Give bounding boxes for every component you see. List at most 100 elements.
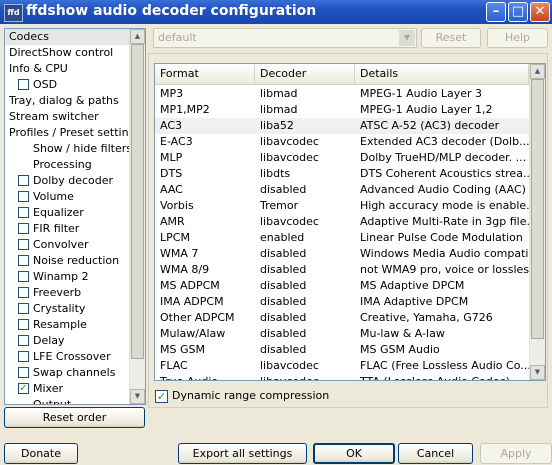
decoder-cell[interactable]: libmad bbox=[255, 102, 355, 118]
maximize-button[interactable]: □ bbox=[508, 2, 528, 22]
decoder-cell[interactable]: disabled bbox=[255, 246, 355, 262]
decoder-cell[interactable]: enabled bbox=[255, 230, 355, 246]
filter-checkbox[interactable] bbox=[18, 271, 29, 282]
codecs-table[interactable]: Format Decoder Details MP3 libmad MPEG-1 A… bbox=[154, 63, 546, 381]
decoder-cell[interactable]: liba52 bbox=[255, 118, 355, 134]
table-row[interactable]: WMA 7 disabled Windows Media Audio compati… bbox=[155, 246, 529, 262]
filter-checkbox[interactable] bbox=[18, 335, 29, 346]
tree-item[interactable]: Equalizer bbox=[5, 205, 145, 221]
scroll-down-icon[interactable]: ▼ bbox=[130, 389, 145, 404]
tree-item[interactable]: Processing bbox=[5, 157, 145, 173]
minimize-button[interactable]: – bbox=[486, 2, 506, 22]
table-row[interactable]: Other ADPCM disabled Creative, Yamaha, G72… bbox=[155, 310, 529, 326]
decoder-cell[interactable]: disabled bbox=[255, 342, 355, 358]
filter-checkbox[interactable] bbox=[18, 287, 29, 298]
filter-checkbox[interactable] bbox=[18, 319, 29, 330]
decoder-cell[interactable]: libdts bbox=[255, 166, 355, 182]
table-row[interactable]: LPCM enabled Linear Pulse Code Modulation bbox=[155, 230, 529, 246]
column-header-decoder[interactable]: Decoder bbox=[255, 64, 355, 84]
tree-item[interactable]: Dolby decoder bbox=[5, 173, 145, 189]
table-row[interactable]: FLAC libavcodec FLAC (Free Lossless Audio … bbox=[155, 358, 529, 374]
filter-checkbox[interactable] bbox=[18, 303, 29, 314]
scroll-up-icon[interactable]: ▲ bbox=[530, 64, 545, 79]
ok-button[interactable]: OK bbox=[313, 443, 395, 464]
decoder-cell[interactable]: libavcodec bbox=[255, 374, 355, 380]
filter-checkbox[interactable] bbox=[18, 351, 29, 362]
tree-item[interactable]: Show / hide filters bbox=[5, 141, 145, 157]
table-row[interactable]: AAC disabled Advanced Audio Coding (AAC) bbox=[155, 182, 529, 198]
preset-reset-button[interactable]: Reset bbox=[421, 28, 481, 48]
filter-checkbox[interactable] bbox=[18, 223, 29, 234]
decoder-cell[interactable]: libavcodec bbox=[255, 150, 355, 166]
table-row[interactable]: MP1,MP2 libmad MPEG-1 Audio Layer 1,2 bbox=[155, 102, 529, 118]
table-row[interactable]: AC3 liba52 ATSC A-52 (AC3) decoder bbox=[155, 118, 529, 134]
filter-checkbox[interactable] bbox=[18, 239, 29, 250]
filter-checkbox[interactable] bbox=[18, 175, 29, 186]
chevron-down-icon[interactable]: ▼ bbox=[399, 30, 415, 46]
decoder-cell[interactable]: disabled bbox=[255, 294, 355, 310]
table-row[interactable]: MP3 libmad MPEG-1 Audio Layer 3 bbox=[155, 86, 529, 102]
close-button[interactable]: ✕ bbox=[530, 2, 550, 22]
table-row[interactable]: E-AC3 libavcodec Extended AC3 decoder (Dol… bbox=[155, 134, 529, 150]
decoder-cell[interactable]: Tremor bbox=[255, 198, 355, 214]
tree-item[interactable]: ✓ Mixer bbox=[5, 381, 145, 397]
column-header-format[interactable]: Format bbox=[155, 64, 255, 84]
tree-item[interactable]: Resample bbox=[5, 317, 145, 333]
column-header-details[interactable]: Details bbox=[355, 64, 529, 84]
tree-item[interactable]: Delay bbox=[5, 333, 145, 349]
table-row[interactable]: AMR libavcodec Adaptive Multi-Rate in 3gp … bbox=[155, 214, 529, 230]
table-row[interactable]: Mulaw/Alaw disabled Mu-law & A-law bbox=[155, 326, 529, 342]
decoder-cell[interactable]: libavcodec bbox=[255, 134, 355, 150]
filter-checkbox[interactable] bbox=[18, 191, 29, 202]
tree-item[interactable]: Output bbox=[5, 397, 145, 404]
tree-scroll-thumb[interactable] bbox=[131, 44, 144, 359]
filter-checkbox[interactable] bbox=[18, 367, 29, 378]
tree-item[interactable]: Codecs bbox=[5, 29, 145, 45]
decoder-cell[interactable]: disabled bbox=[255, 262, 355, 278]
table-scroll-thumb[interactable] bbox=[531, 79, 544, 339]
decoder-cell[interactable]: disabled bbox=[255, 182, 355, 198]
tree-item[interactable]: Volume bbox=[5, 189, 145, 205]
tree-item[interactable]: Noise reduction bbox=[5, 253, 145, 269]
tree-item[interactable]: Freeverb bbox=[5, 285, 145, 301]
decoder-cell[interactable]: libmad bbox=[255, 86, 355, 102]
decoder-cell[interactable]: disabled bbox=[255, 278, 355, 294]
scroll-up-icon[interactable]: ▲ bbox=[130, 29, 145, 44]
tree-item[interactable]: Convolver bbox=[5, 237, 145, 253]
scroll-down-icon[interactable]: ▼ bbox=[530, 365, 545, 380]
donate-button[interactable]: Donate bbox=[4, 443, 78, 464]
apply-button[interactable]: Apply bbox=[480, 443, 552, 464]
filter-checkbox[interactable] bbox=[18, 255, 29, 266]
filter-checkbox[interactable] bbox=[18, 79, 29, 90]
tree-item[interactable]: FIR filter bbox=[5, 221, 145, 237]
table-row[interactable]: MLP libavcodec Dolby TrueHD/MLP decoder. .… bbox=[155, 150, 529, 166]
table-row[interactable]: WMA 8/9 disabled not WMA9 pro, voice or lo… bbox=[155, 262, 529, 278]
tree-item[interactable]: Swap channels bbox=[5, 365, 145, 381]
decoder-cell[interactable]: libavcodec bbox=[255, 214, 355, 230]
tree-item[interactable]: Profiles / Preset settings bbox=[5, 125, 145, 141]
filter-checkbox[interactable]: ✓ bbox=[18, 383, 29, 394]
drc-checkbox[interactable]: ✓ bbox=[155, 390, 168, 403]
table-row[interactable]: True AudiolibavcodecTTA (Lossless Audio … bbox=[155, 374, 529, 380]
table-row[interactable]: MS GSM disabled MS GSM Audio bbox=[155, 342, 529, 358]
table-row[interactable]: MS ADPCM disabled MS Adaptive DPCM bbox=[155, 278, 529, 294]
decoder-cell[interactable]: disabled bbox=[255, 326, 355, 342]
tree-item[interactable]: OSD bbox=[5, 77, 145, 93]
decoder-cell[interactable]: libavcodec bbox=[255, 358, 355, 374]
help-button[interactable]: Help bbox=[487, 28, 548, 48]
export-settings-button[interactable]: Export all settings bbox=[178, 443, 307, 464]
reset-order-button[interactable]: Reset order bbox=[4, 407, 145, 428]
tree-item[interactable]: Stream switcher bbox=[5, 109, 145, 125]
table-row[interactable]: DTS libdts DTS Coherent Acoustics strea... bbox=[155, 166, 529, 182]
table-scrollbar[interactable]: ▲ ▼ bbox=[529, 64, 545, 380]
preset-combo[interactable]: default ▼ bbox=[153, 28, 417, 48]
tree-item[interactable]: LFE Crossover bbox=[5, 349, 145, 365]
tree-item[interactable]: Tray, dialog & paths bbox=[5, 93, 145, 109]
tree-item[interactable]: DirectShow control bbox=[5, 45, 145, 61]
decoder-cell[interactable]: disabled bbox=[255, 310, 355, 326]
tree-scrollbar[interactable]: ▲ ▼ bbox=[129, 29, 145, 404]
cancel-button[interactable]: Cancel bbox=[398, 443, 473, 464]
table-row[interactable]: Vorbis Tremor High accuracy mode is enable… bbox=[155, 198, 529, 214]
settings-tree[interactable]: Codecs DirectShow control Info & CPU OSD Tra… bbox=[4, 28, 146, 405]
tree-item[interactable]: Crystality bbox=[5, 301, 145, 317]
